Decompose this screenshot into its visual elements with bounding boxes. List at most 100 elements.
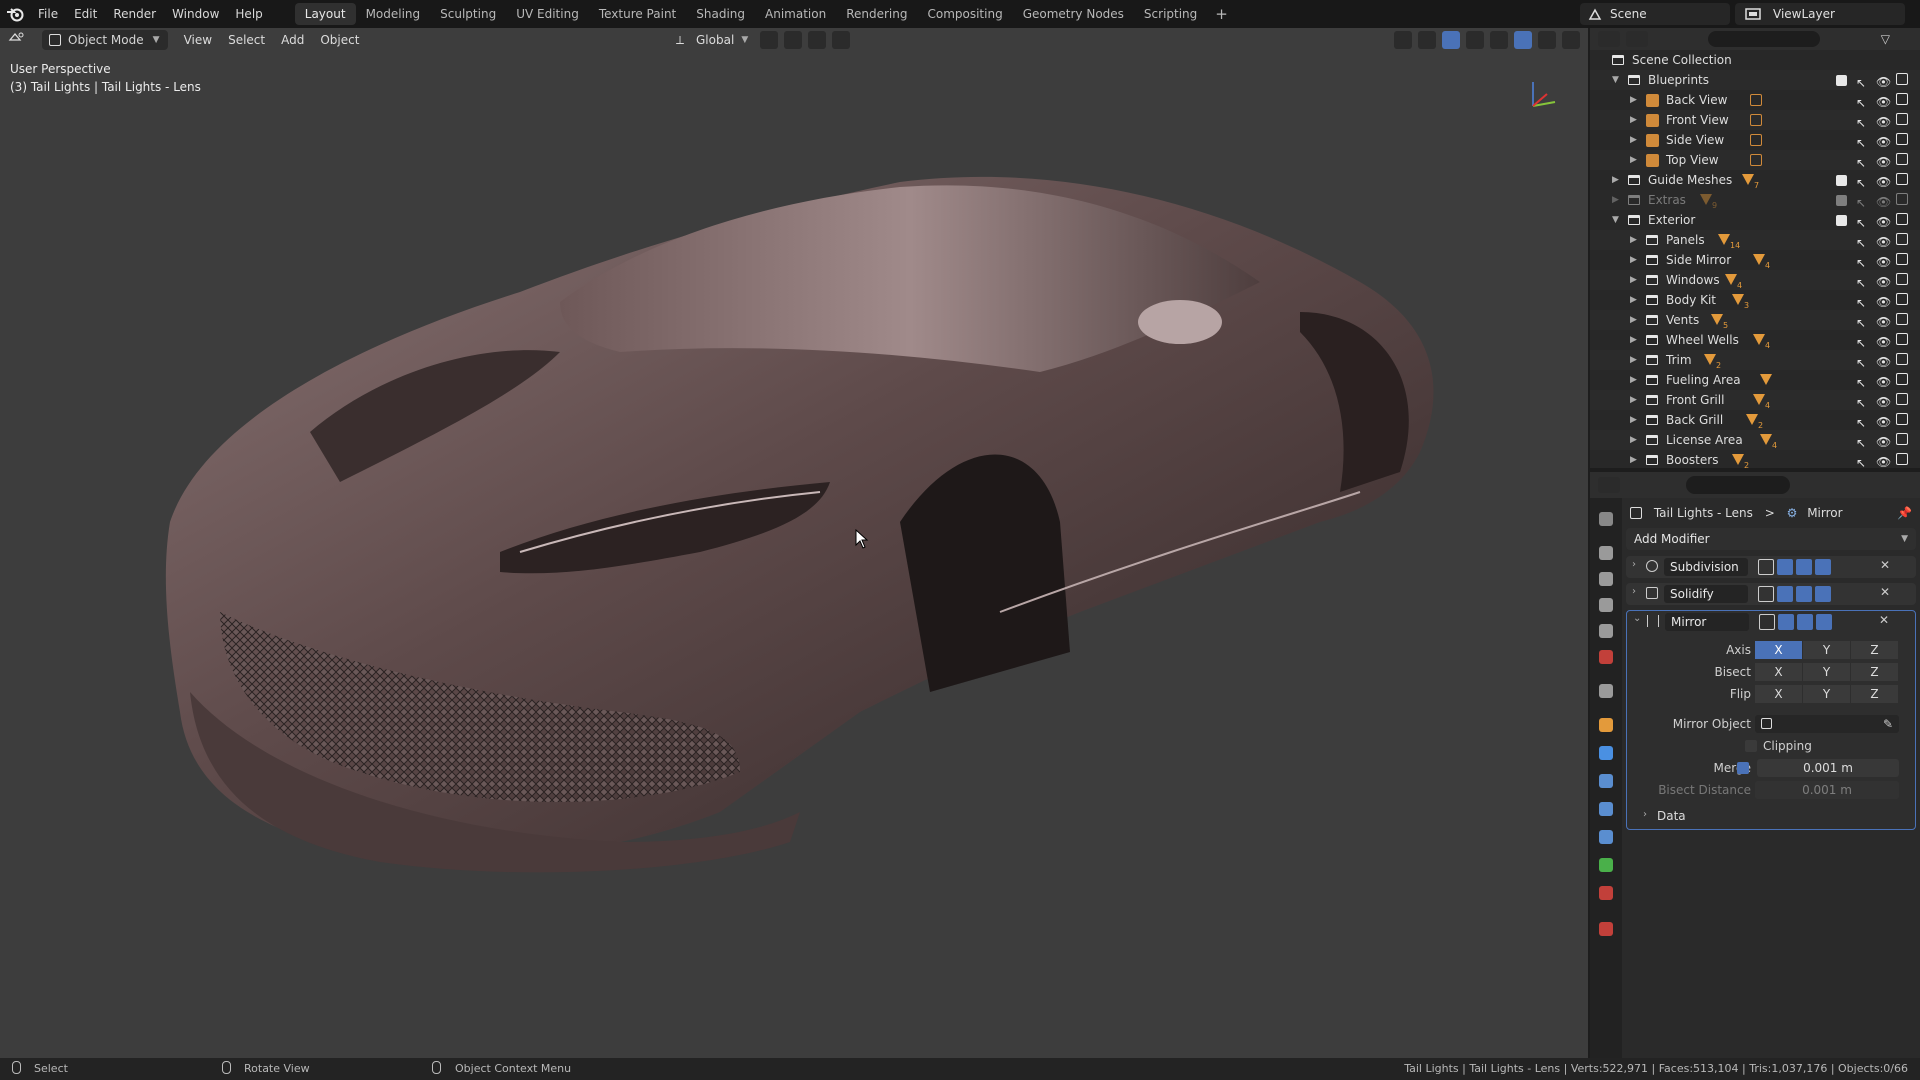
eye-icon[interactable]: 👁 xyxy=(1876,112,1891,132)
camera-icon[interactable] xyxy=(1896,233,1908,245)
scene-tab-icon[interactable] xyxy=(1599,624,1613,638)
xray-icon[interactable] xyxy=(1466,31,1484,49)
eye-icon[interactable]: 👁 xyxy=(1876,312,1891,332)
eye-icon[interactable]: 👁 xyxy=(1876,192,1891,212)
add-workspace-button[interactable]: + xyxy=(1207,5,1236,23)
camera-icon[interactable] xyxy=(1896,193,1908,205)
eye-icon[interactable]: 👁 xyxy=(1876,212,1891,232)
eye-icon[interactable]: 👁 xyxy=(1876,412,1891,432)
eyedropper-icon[interactable]: ✎ xyxy=(1883,715,1893,733)
camera-icon[interactable] xyxy=(1896,273,1908,285)
bisect-z-toggle[interactable]: Z xyxy=(1851,663,1899,681)
modifier-subdivision[interactable]: › Subdivision ✕ xyxy=(1626,556,1916,578)
outliner-row[interactable]: ▶ Trim 2 ↖ 👁 xyxy=(1590,350,1920,370)
filter-icon[interactable]: ▽ xyxy=(1881,32,1890,46)
axis-y-toggle[interactable]: Y xyxy=(1803,641,1851,659)
expand-arrow-icon[interactable]: ▶ xyxy=(1630,450,1637,470)
eye-icon[interactable]: 👁 xyxy=(1876,132,1891,152)
camera-icon[interactable] xyxy=(1896,113,1908,125)
particles-tab-icon[interactable] xyxy=(1599,774,1613,788)
expand-arrow-icon[interactable]: ▶ xyxy=(1630,250,1637,270)
viewport-display-icon[interactable] xyxy=(1796,559,1812,575)
expand-arrow-icon[interactable]: ▶ xyxy=(1630,390,1637,410)
outliner-row[interactable]: ▶ Panels 14 ↖ 👁 xyxy=(1590,230,1920,250)
outliner-row[interactable]: ▶ License Area 4 ↖ 👁 xyxy=(1590,430,1920,450)
eye-icon[interactable]: 👁 xyxy=(1876,372,1891,392)
editor-type-icon[interactable] xyxy=(0,30,36,50)
camera-icon[interactable] xyxy=(1896,93,1908,105)
rendered-shading-icon[interactable] xyxy=(1562,31,1580,49)
flip-y-toggle[interactable]: Y xyxy=(1803,685,1851,703)
properties-search-input[interactable] xyxy=(1686,476,1790,494)
eye-icon[interactable]: 👁 xyxy=(1876,252,1891,272)
material-shading-icon[interactable] xyxy=(1538,31,1556,49)
transform-orientation-dropdown[interactable]: ⟂ Global ▼ xyxy=(670,30,756,50)
expand-arrow-icon[interactable]: › xyxy=(1632,586,1636,597)
outliner-row[interactable]: ▶ Back Grill 2 ↖ 👁 xyxy=(1590,410,1920,430)
menu-help[interactable]: Help xyxy=(227,3,270,25)
display-mode-icon[interactable] xyxy=(1626,31,1648,47)
bisect-distance-field[interactable]: 0.001 m xyxy=(1755,781,1899,799)
scene-selector[interactable]: Scene xyxy=(1580,3,1730,25)
blender-logo-icon[interactable] xyxy=(0,0,30,28)
collapse-arrow-icon[interactable]: ▼ xyxy=(1612,70,1619,90)
viewport-display-icon[interactable] xyxy=(1796,586,1812,602)
outliner-row[interactable]: ▶ Body Kit 3 ↖ 👁 xyxy=(1590,290,1920,310)
wireframe-shading-icon[interactable] xyxy=(1490,31,1508,49)
exclude-checkbox[interactable] xyxy=(1836,195,1847,206)
camera-icon[interactable] xyxy=(1896,173,1908,185)
material-tab-icon[interactable] xyxy=(1599,886,1613,900)
tab-rendering[interactable]: Rendering xyxy=(836,3,917,25)
tab-shading[interactable]: Shading xyxy=(686,3,755,25)
proportional-edit-icon[interactable] xyxy=(832,31,850,49)
solidify-name[interactable]: Solidify xyxy=(1664,585,1748,603)
car-model[interactable] xyxy=(0,52,1588,1058)
eye-icon[interactable]: 👁 xyxy=(1876,432,1891,452)
menu-file[interactable]: File xyxy=(30,3,66,25)
collection-tab-icon[interactable] xyxy=(1599,684,1613,698)
eye-icon[interactable]: 👁 xyxy=(1876,392,1891,412)
expand-arrow-icon[interactable]: ▶ xyxy=(1630,130,1637,150)
tab-layout[interactable]: Layout xyxy=(294,3,356,25)
outliner-row[interactable]: ▶ Vents 5 ↖ 👁 xyxy=(1590,310,1920,330)
collapse-arrow-icon[interactable]: ▼ xyxy=(1612,210,1619,230)
eye-icon[interactable]: 👁 xyxy=(1876,92,1891,112)
properties-editor-icon[interactable] xyxy=(1598,477,1620,493)
view-layer-selector[interactable]: ViewLayer xyxy=(1735,3,1905,25)
outliner-row[interactable]: ▶ Front View ↖ 👁 xyxy=(1590,110,1920,130)
outliner-row[interactable]: ▼ Exterior ↖ 👁 xyxy=(1590,210,1920,230)
flip-z-toggle[interactable]: Z xyxy=(1851,685,1899,703)
edit-mode-icon[interactable] xyxy=(1777,586,1793,602)
constraints-tab-icon[interactable] xyxy=(1599,830,1613,844)
outliner-row[interactable]: ▶ Top View ↖ 👁 xyxy=(1590,150,1920,170)
physics-tab-icon[interactable] xyxy=(1599,802,1613,816)
expand-arrow-icon[interactable]: ▶ xyxy=(1612,190,1619,210)
menu-view[interactable]: View xyxy=(176,30,220,50)
camera-icon[interactable] xyxy=(1896,313,1908,325)
merge-distance-field[interactable]: 0.001 m xyxy=(1757,759,1899,777)
pivot-icon[interactable] xyxy=(760,31,778,49)
clipping-checkbox[interactable] xyxy=(1745,740,1757,752)
merge-checkbox[interactable] xyxy=(1737,762,1749,774)
expand-arrow-icon[interactable]: ▶ xyxy=(1630,310,1637,330)
outliner-row[interactable]: ▶ Side Mirror 4 ↖ 👁 xyxy=(1590,250,1920,270)
outliner-row[interactable]: ▶ Front Grill 4 ↖ 👁 xyxy=(1590,390,1920,410)
scene-collection-row[interactable]: Scene Collection xyxy=(1590,50,1920,70)
menu-select[interactable]: Select xyxy=(220,30,273,50)
mirror-name[interactable]: Mirror xyxy=(1665,613,1749,631)
outliner-row[interactable]: ▶ Guide Meshes 7 ↖ 👁 xyxy=(1590,170,1920,190)
outliner-search-input[interactable] xyxy=(1708,31,1820,47)
tab-modeling[interactable]: Modeling xyxy=(356,3,431,25)
add-modifier-button[interactable]: Add Modifier ▼ xyxy=(1626,528,1916,550)
object-mode-dropdown[interactable]: Object Mode ▼ xyxy=(42,30,168,50)
pin-icon[interactable]: 📌 xyxy=(1897,498,1912,528)
render-display-icon[interactable] xyxy=(1815,559,1831,575)
overlay-icon[interactable] xyxy=(1442,31,1460,49)
exclude-checkbox[interactable] xyxy=(1836,75,1847,86)
eye-icon[interactable]: 👁 xyxy=(1876,452,1891,472)
axis-z-toggle[interactable]: Z xyxy=(1851,641,1899,659)
bisect-x-toggle[interactable]: X xyxy=(1755,663,1803,681)
eye-icon[interactable]: 👁 xyxy=(1876,152,1891,172)
outliner-row[interactable]: ▶ Fueling Area ↖ 👁 xyxy=(1590,370,1920,390)
snap-target-icon[interactable] xyxy=(808,31,826,49)
